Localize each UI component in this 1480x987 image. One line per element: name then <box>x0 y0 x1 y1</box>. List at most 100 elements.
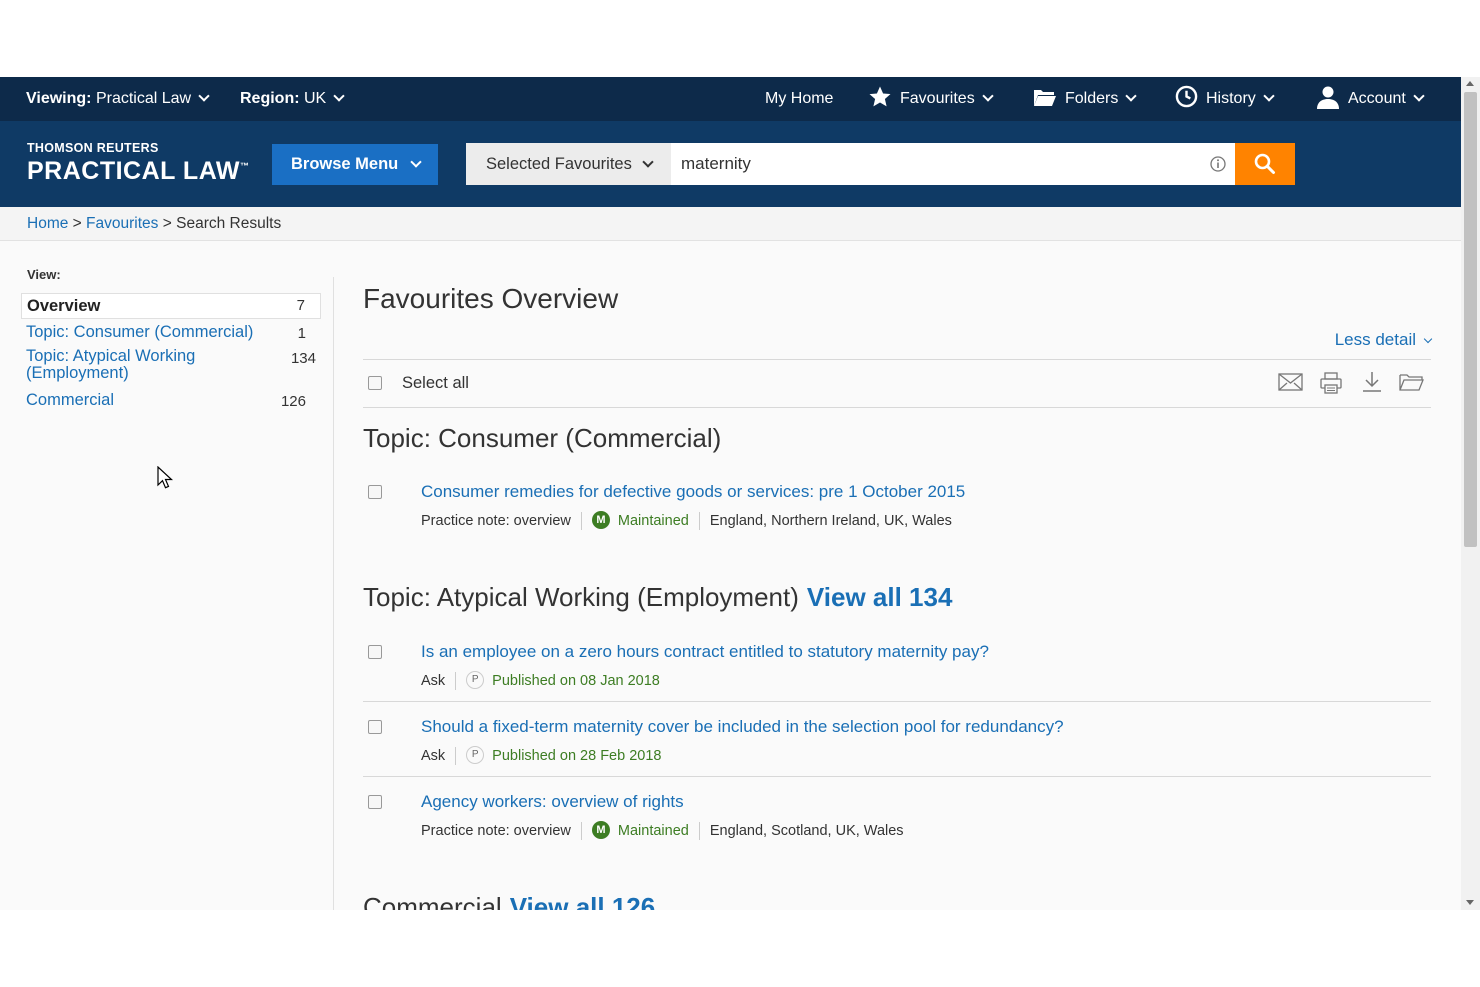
my-home-link[interactable]: My Home <box>765 77 833 121</box>
app-frame: Viewing: Practical Law Region: UK My Hom… <box>0 77 1461 910</box>
folder-icon[interactable] <box>1399 372 1424 392</box>
view-item-overview[interactable]: Overview 7 <box>21 293 321 319</box>
result-type: Ask <box>421 672 446 689</box>
site-header: THOMSON REUTERS PRACTICAL LAW™ Browse Me… <box>0 121 1461 207</box>
chevron-down-icon <box>1263 90 1275 102</box>
account-label: Account <box>1348 90 1406 107</box>
my-home-label: My Home <box>765 90 834 107</box>
scroll-thumb[interactable] <box>1464 92 1477 547</box>
result-metadata: Practice note: overview M Maintained Englan… <box>421 821 904 840</box>
result-type: Practice note: overview <box>421 822 571 839</box>
breadcrumb: Home > Favourites > Search Results <box>0 207 1461 241</box>
trademark: ™ <box>239 161 250 171</box>
email-icon[interactable] <box>1278 372 1303 392</box>
result-checkbox[interactable] <box>368 720 382 734</box>
search-icon <box>1254 153 1275 174</box>
account-menu[interactable]: Account <box>1316 77 1425 121</box>
divider <box>698 512 700 530</box>
scroll-down-arrow-icon[interactable] <box>1466 900 1474 905</box>
region-dropdown[interactable]: Region: UK <box>240 77 345 121</box>
search-scope-select[interactable]: Selected Favourites <box>466 143 671 185</box>
brand-product: PRACTICAL LAW <box>27 157 240 185</box>
breadcrumb-home[interactable]: Home <box>27 215 68 232</box>
history-menu[interactable]: History <box>1175 77 1275 121</box>
result-metadata: Practice note: overview M Maintained Englan… <box>421 511 952 530</box>
scroll-up-arrow-icon[interactable] <box>1466 81 1474 86</box>
search-bar: Selected Favourites maternity <box>466 143 1295 185</box>
star-icon <box>869 86 891 107</box>
info-icon[interactable] <box>1210 156 1226 172</box>
view-item-commercial[interactable]: Commercial 126 <box>21 390 321 410</box>
result-divider <box>363 701 1431 702</box>
divider <box>580 512 582 530</box>
view-item-atypical-working[interactable]: Topic: Atypical Working (Employment) 134 <box>21 347 316 382</box>
chevron-down-icon <box>410 156 422 168</box>
published-badge-icon: P <box>466 671 485 689</box>
chevron-down-icon <box>333 90 345 102</box>
folders-menu[interactable]: Folders <box>1033 77 1138 121</box>
browse-menu-button[interactable]: Browse Menu <box>272 144 438 185</box>
result-status: Maintained <box>617 822 689 839</box>
chevron-down-icon <box>642 156 654 168</box>
breadcrumb-favourites[interactable]: Favourites <box>86 215 158 232</box>
favourites-menu[interactable]: Favourites <box>868 77 994 121</box>
viewing-value: Practical Law <box>95 90 192 107</box>
view-all-link[interactable]: View all 126 <box>510 892 656 910</box>
browse-menu-label: Browse Menu <box>291 155 399 173</box>
view-item-count: 7 <box>296 297 305 314</box>
view-item-label: Overview <box>27 297 101 315</box>
search-button[interactable] <box>1235 143 1295 185</box>
chevron-down-icon <box>982 90 994 102</box>
view-all-link[interactable]: View all 134 <box>807 582 953 612</box>
region-label: Region: <box>240 90 300 107</box>
results-toolbar: Select all <box>363 359 1431 408</box>
result-jurisdiction: England, Northern Ireland, UK, Wales <box>709 512 952 529</box>
mouse-cursor-icon <box>157 466 174 489</box>
result-title-link[interactable]: Is an employee on a zero hours contract … <box>421 642 989 662</box>
view-item-label: Topic: Atypical Working (Employment) <box>26 347 196 382</box>
result-metadata: Ask P Published on 08 Jan 2018 <box>421 671 660 690</box>
region-value: UK <box>304 90 327 107</box>
result-divider <box>363 776 1431 777</box>
result-type: Ask <box>421 747 446 764</box>
maintained-badge-icon: M <box>591 511 610 529</box>
view-item-count: 1 <box>297 325 306 342</box>
result-checkbox[interactable] <box>368 645 382 659</box>
result-title-link[interactable]: Should a fixed-term maternity cover be i… <box>421 717 1064 737</box>
user-icon <box>1317 86 1339 109</box>
divider <box>698 822 700 840</box>
result-title-link[interactable]: Agency workers: overview of rights <box>421 792 684 812</box>
divider <box>455 672 457 690</box>
search-scope-value: Selected Favourites <box>486 155 632 173</box>
result-title-link[interactable]: Consumer remedies for defective goods or… <box>421 482 965 502</box>
result-checkbox[interactable] <box>368 795 382 809</box>
chevron-down-icon <box>1125 90 1138 102</box>
less-detail-toggle[interactable]: Less detail <box>1334 330 1433 350</box>
chevron-down-icon <box>1423 334 1433 344</box>
top-navigation: Viewing: Practical Law Region: UK My Hom… <box>0 77 1461 121</box>
published-badge-icon: P <box>466 746 485 764</box>
viewing-label: Viewing: <box>26 90 92 107</box>
divider <box>580 822 582 840</box>
result-jurisdiction: England, Scotland, UK, Wales <box>709 822 904 839</box>
section-title: Topic: Consumer (Commercial) <box>363 423 722 453</box>
select-all-checkbox[interactable] <box>368 376 382 390</box>
viewing-dropdown[interactable]: Viewing: Practical Law <box>26 77 210 121</box>
view-item-count: 134 <box>290 350 316 367</box>
result-checkbox[interactable] <box>368 485 382 499</box>
result-status: Published on 28 Feb 2018 <box>492 747 662 764</box>
print-icon[interactable] <box>1319 371 1343 395</box>
less-detail-label: Less detail <box>1334 330 1416 349</box>
chevron-down-icon <box>198 90 210 102</box>
download-icon[interactable] <box>1361 370 1383 394</box>
breadcrumb-separator: > <box>72 215 82 232</box>
page-title: Favourites Overview <box>363 283 619 314</box>
brand-logo[interactable]: PRACTICAL LAW™ <box>27 157 249 186</box>
section-title: Commercial <box>363 892 502 910</box>
vertical-scrollbar[interactable] <box>1461 77 1480 910</box>
chevron-down-icon <box>1413 90 1425 102</box>
search-input[interactable]: maternity <box>681 143 751 185</box>
result-status: Published on 08 Jan 2018 <box>492 672 660 689</box>
view-item-label: Commercial <box>26 391 115 409</box>
view-item-consumer-commercial[interactable]: Topic: Consumer (Commercial) 1 <box>21 322 321 342</box>
